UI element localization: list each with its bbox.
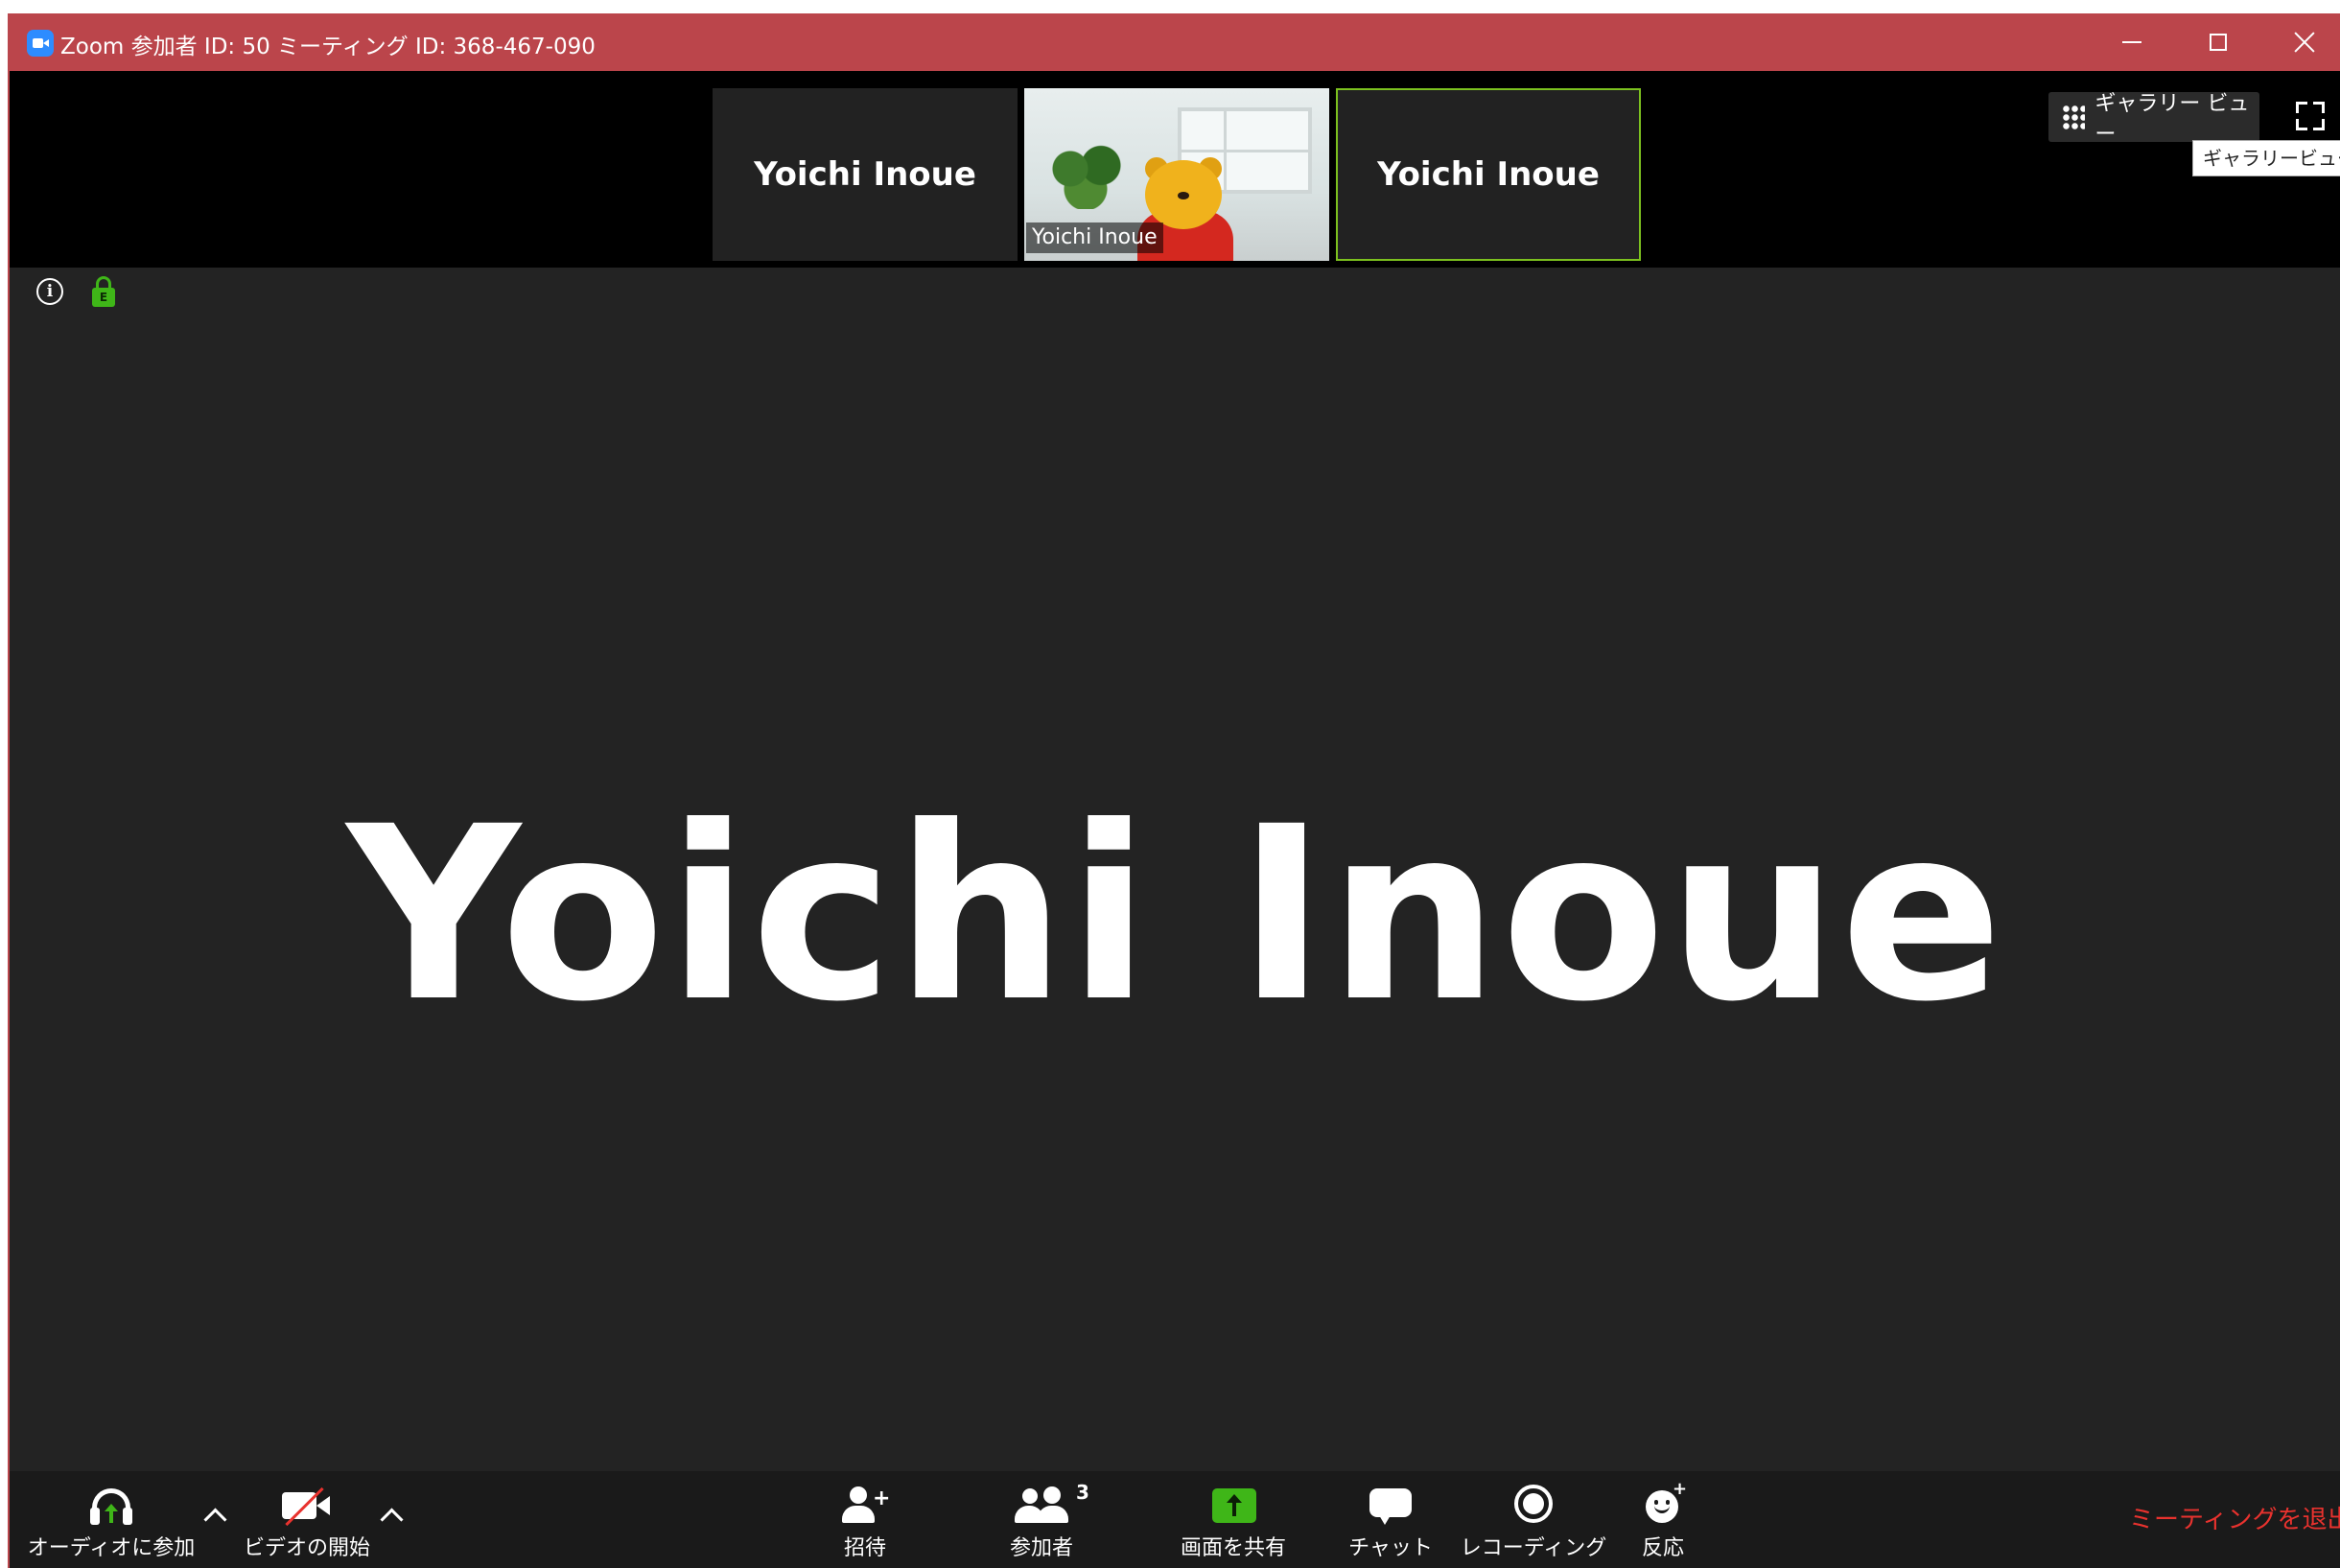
start-video-label: ビデオの開始 bbox=[243, 1536, 370, 1560]
participant-video-thumbnail[interactable]: Yoichi Inoue bbox=[1024, 88, 1329, 261]
close-button[interactable] bbox=[2261, 13, 2340, 71]
minimize-icon bbox=[2122, 41, 2141, 43]
maximize-button[interactable] bbox=[2175, 13, 2261, 71]
grid-icon bbox=[2062, 105, 2086, 129]
minimize-button[interactable] bbox=[2089, 13, 2175, 71]
meeting-toolbar: オーディオに参加 ビデオの開始 + 招待 3 参加者 画面を共有 チャット レコ… bbox=[10, 1471, 2340, 1568]
info-icon[interactable]: i bbox=[36, 278, 63, 305]
join-audio-label: オーディオに参加 bbox=[27, 1536, 196, 1560]
encryption-lock-icon[interactable]: E bbox=[92, 276, 115, 307]
reactions-button[interactable]: + 反応 bbox=[1615, 1471, 1711, 1568]
chat-button[interactable]: チャット bbox=[1333, 1471, 1448, 1568]
thumbnail-strip: Yoichi Inoue Yoichi Inoue Yoichi Inoue ギ… bbox=[10, 71, 2340, 268]
reactions-label: 反応 bbox=[1641, 1536, 1684, 1560]
zoom-window: Zoom 参加者 ID: 50 ミーティング ID: 368-467-090 Y… bbox=[8, 13, 2340, 1568]
leave-meeting-button[interactable]: ミーティングを退出 bbox=[2129, 1500, 2340, 1535]
share-screen-icon bbox=[1205, 1483, 1262, 1527]
start-video-button[interactable]: ビデオの開始 bbox=[230, 1471, 384, 1568]
chat-label: チャット bbox=[1348, 1536, 1433, 1560]
window-title: Zoom 参加者 ID: 50 ミーティング ID: 368-467-090 bbox=[60, 35, 596, 59]
record-icon bbox=[1505, 1483, 1562, 1527]
participant-thumbnail-active[interactable]: Yoichi Inoue bbox=[1336, 88, 1641, 261]
thumbnail-name: Yoichi Inoue bbox=[754, 155, 976, 194]
thumbnail-name: Yoichi Inoue bbox=[1377, 155, 1600, 194]
share-screen-button[interactable]: 画面を共有 bbox=[1157, 1471, 1310, 1568]
share-screen-label: 画面を共有 bbox=[1180, 1536, 1286, 1560]
smiley-icon: + bbox=[1634, 1479, 1692, 1527]
add-person-icon: + bbox=[836, 1483, 894, 1527]
headphone-icon bbox=[82, 1483, 140, 1527]
fullscreen-icon[interactable] bbox=[2296, 102, 2325, 130]
video-options-chevron-icon[interactable] bbox=[380, 1508, 404, 1532]
invite-label: 招待 bbox=[843, 1536, 886, 1560]
record-label: レコーディング bbox=[1460, 1536, 1607, 1560]
participants-icon: 3 bbox=[1013, 1481, 1089, 1527]
chat-icon bbox=[1362, 1483, 1419, 1527]
zoom-app-icon bbox=[27, 30, 54, 57]
title-bar: Zoom 参加者 ID: 50 ミーティング ID: 368-467-090 bbox=[10, 13, 2340, 71]
audio-options-chevron-icon[interactable] bbox=[203, 1508, 227, 1532]
maximize-icon bbox=[2210, 34, 2227, 51]
gallery-view-tooltip: ギャラリービュー bbox=[2192, 140, 2340, 176]
close-icon bbox=[2293, 31, 2316, 54]
participant-thumbnail[interactable]: Yoichi Inoue bbox=[713, 88, 1018, 261]
gallery-view-button[interactable]: ギャラリー ビュー bbox=[2048, 92, 2259, 147]
video-plush-nose bbox=[1178, 192, 1189, 199]
record-button[interactable]: レコーディング bbox=[1460, 1471, 1607, 1568]
invite-button[interactable]: + 招待 bbox=[807, 1471, 923, 1568]
video-name-label: Yoichi Inoue bbox=[1026, 222, 1163, 253]
participants-count: 3 bbox=[1076, 1481, 1089, 1504]
participants-label: 参加者 bbox=[1009, 1536, 1073, 1560]
active-speaker-name: Yoichi Inoue bbox=[346, 775, 2005, 1054]
join-audio-button[interactable]: オーディオに参加 bbox=[15, 1471, 207, 1568]
participants-button[interactable]: 3 参加者 bbox=[984, 1471, 1099, 1568]
video-plant bbox=[1047, 142, 1124, 209]
gallery-view-label: ギャラリー ビュー bbox=[2094, 92, 2250, 147]
video-off-icon bbox=[278, 1483, 336, 1527]
